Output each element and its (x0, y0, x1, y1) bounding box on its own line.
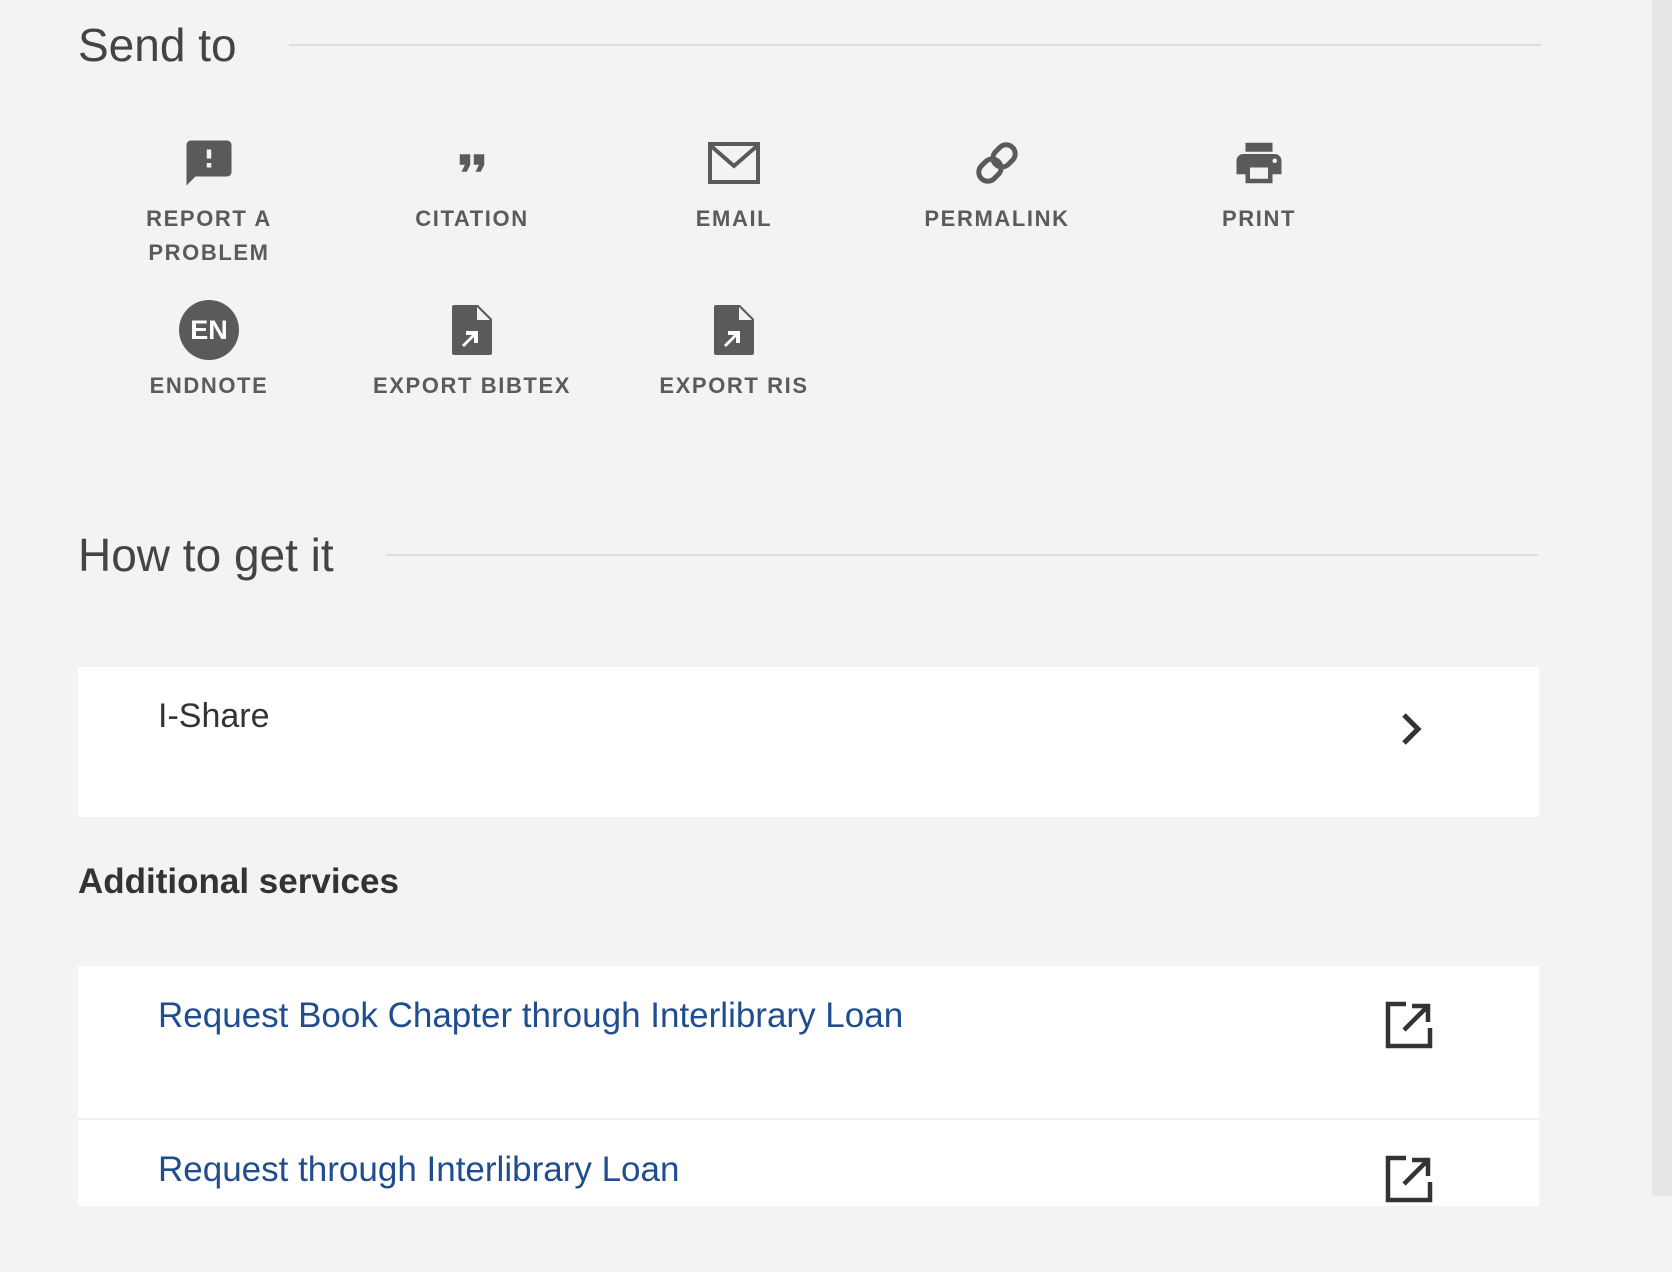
send-to-title: Send to (78, 19, 237, 71)
external-link-icon (1384, 1000, 1434, 1055)
scrollbar-track[interactable] (1652, 0, 1672, 1196)
how-to-get-it-divider (385, 554, 1538, 556)
report-problem-button[interactable]: REPORT A PROBLEM (99, 134, 319, 270)
print-button[interactable]: PRINT (1149, 134, 1369, 236)
file-export-icon (450, 301, 494, 359)
endnote-button[interactable]: EN ENDNOTE (99, 300, 319, 403)
link-icon (971, 134, 1023, 192)
send-to-header: Send to (78, 18, 1541, 72)
citation-button[interactable]: CITATION (362, 134, 582, 236)
endnote-icon: EN (179, 300, 239, 360)
print-label: PRINT (1222, 206, 1296, 231)
email-button[interactable]: EMAIL (624, 134, 844, 236)
how-to-get-it-header: How to get it (78, 528, 1538, 582)
request-book-chapter-link[interactable]: Request Book Chapter through Interlibrar… (158, 996, 903, 1036)
envelope-icon (707, 134, 761, 192)
export-ris-button[interactable]: EXPORT RIS (624, 301, 844, 403)
send-to-divider (288, 44, 1541, 46)
export-ris-label: EXPORT RIS (659, 373, 809, 398)
ishare-row[interactable]: I-Share (78, 667, 1539, 817)
chevron-right-icon (1398, 709, 1426, 754)
endnote-label: ENDNOTE (149, 373, 269, 398)
quote-icon (451, 134, 493, 192)
printer-icon (1232, 134, 1286, 192)
how-to-get-it-title: How to get it (78, 529, 334, 581)
external-link-icon (1384, 1154, 1434, 1209)
export-bibtex-label: EXPORT BIBTEX (372, 373, 572, 398)
additional-services-heading: Additional services (78, 862, 399, 901)
report-label-line2: PROBLEM (148, 240, 270, 265)
citation-label: CITATION (415, 206, 529, 231)
ishare-label: I-Share (158, 697, 270, 735)
service-link-row[interactable]: Request through Interlibrary Loan (78, 1118, 1539, 1272)
service-link-row[interactable]: Request Book Chapter through Interlibrar… (78, 966, 1539, 1118)
email-label: EMAIL (695, 206, 773, 231)
report-label-line1: REPORT A (146, 206, 272, 231)
export-bibtex-button[interactable]: EXPORT BIBTEX (362, 301, 582, 403)
request-interlibrary-loan-link[interactable]: Request through Interlibrary Loan (158, 1150, 679, 1190)
file-export-icon (712, 301, 756, 359)
permalink-button[interactable]: PERMALINK (887, 134, 1107, 236)
endnote-badge: EN (179, 300, 239, 360)
additional-services-list: Request Book Chapter through Interlibrar… (78, 966, 1539, 1206)
permalink-label: PERMALINK (924, 206, 1070, 231)
report-problem-icon (182, 134, 236, 192)
